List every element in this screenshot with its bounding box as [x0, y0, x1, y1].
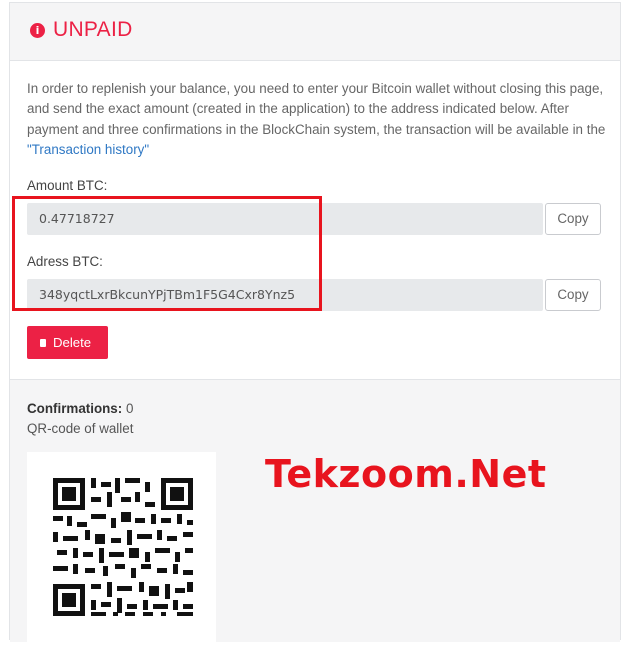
amount-label: Amount BTC:: [27, 178, 108, 193]
wallet-section: Confirmations: 0 QR-code of wallet: [10, 379, 620, 642]
watermark-text: Tekzoom.Net: [265, 452, 547, 496]
trash-icon: [40, 339, 46, 347]
delete-button[interactable]: Delete: [27, 326, 108, 359]
confirmations-label: Confirmations:: [27, 401, 123, 416]
copy-amount-button[interactable]: Copy: [545, 203, 601, 235]
qr-code-box: [27, 452, 216, 642]
payment-panel: i UNPAID In order to replenish your bala…: [9, 2, 621, 642]
confirmations-count: 0: [125, 401, 134, 416]
instructions-body: In order to replenish your balance, you …: [27, 81, 606, 137]
highlight-box: [12, 196, 322, 311]
delete-label: Delete: [53, 335, 92, 350]
instructions-text: In order to replenish your balance, you …: [27, 79, 607, 161]
transaction-history-link[interactable]: "Transaction history": [27, 142, 149, 157]
status-header: i UNPAID: [10, 3, 620, 61]
copy-address-button[interactable]: Copy: [545, 279, 601, 311]
qr-code: [53, 478, 193, 616]
qr-label: QR-code of wallet: [27, 421, 134, 436]
status-text: UNPAID: [53, 18, 133, 41]
info-circle-icon: i: [30, 23, 45, 38]
confirmations-line: Confirmations: 0: [27, 401, 133, 416]
